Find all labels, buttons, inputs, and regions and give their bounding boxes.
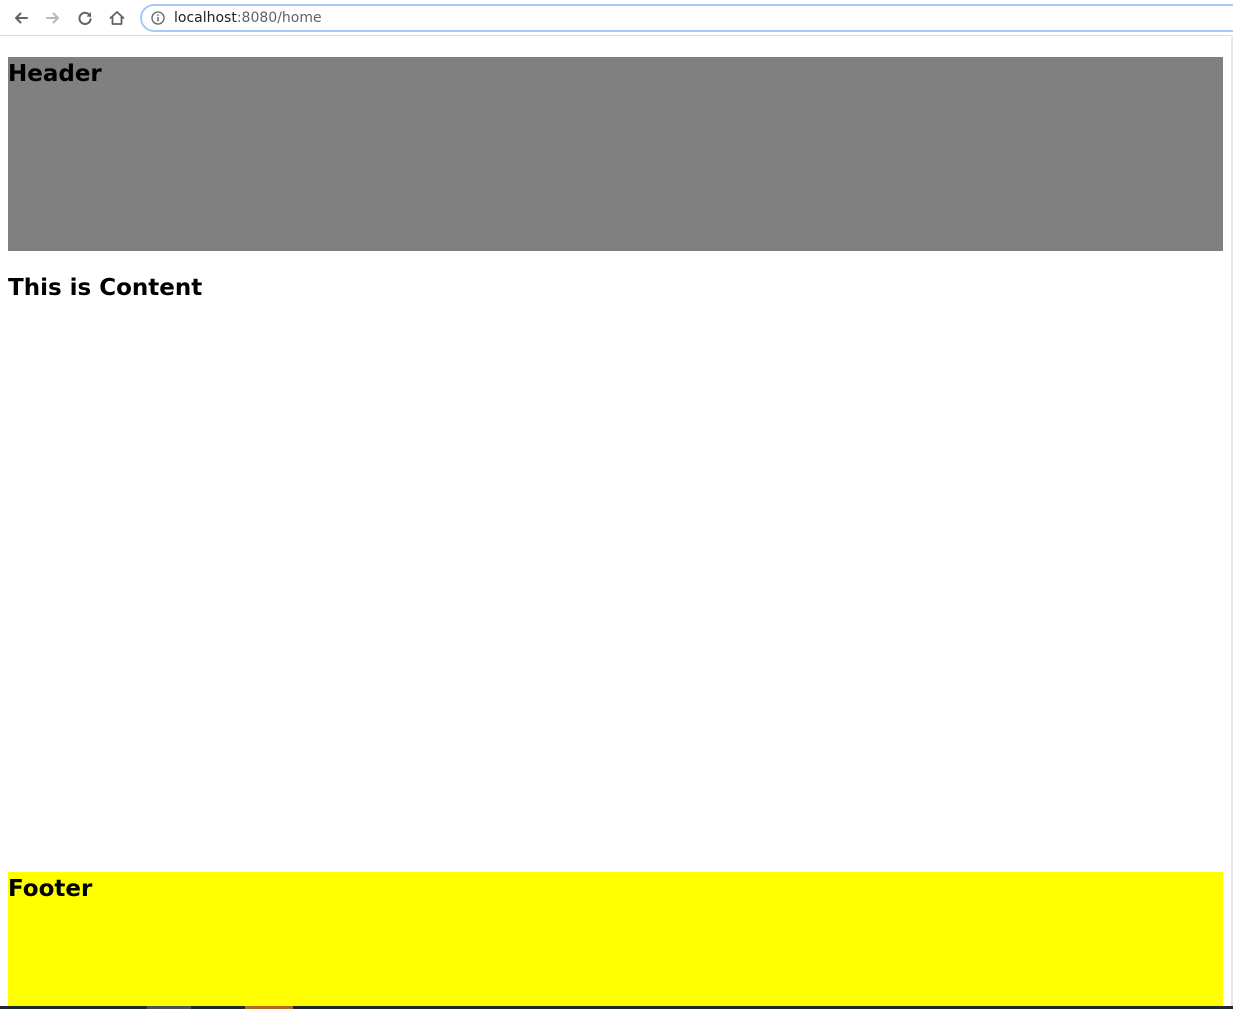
header-section: Header (8, 57, 1223, 251)
footer-section: Footer (8, 872, 1223, 1006)
url-text[interactable]: localhost:8080/home (174, 10, 322, 26)
address-bar[interactable]: localhost:8080/home (140, 4, 1233, 32)
home-button[interactable] (105, 6, 129, 30)
home-icon (109, 11, 125, 25)
page-viewport: Header This is Content Footer (0, 37, 1233, 1006)
arrow-left-icon (15, 12, 28, 24)
footer-title: Footer (8, 876, 93, 902)
reload-icon (78, 11, 92, 25)
info-icon[interactable] (151, 11, 165, 25)
content-heading: This is Content (8, 275, 203, 301)
arrow-right-icon (46, 12, 59, 24)
url-path: :8080/home (236, 10, 322, 26)
reload-button[interactable] (73, 6, 97, 30)
browser-toolbar: localhost:8080/home (0, 0, 1233, 36)
header-title: Header (8, 61, 102, 87)
back-button[interactable] (9, 6, 33, 30)
forward-button[interactable] (41, 6, 65, 30)
url-host: localhost (174, 10, 237, 26)
